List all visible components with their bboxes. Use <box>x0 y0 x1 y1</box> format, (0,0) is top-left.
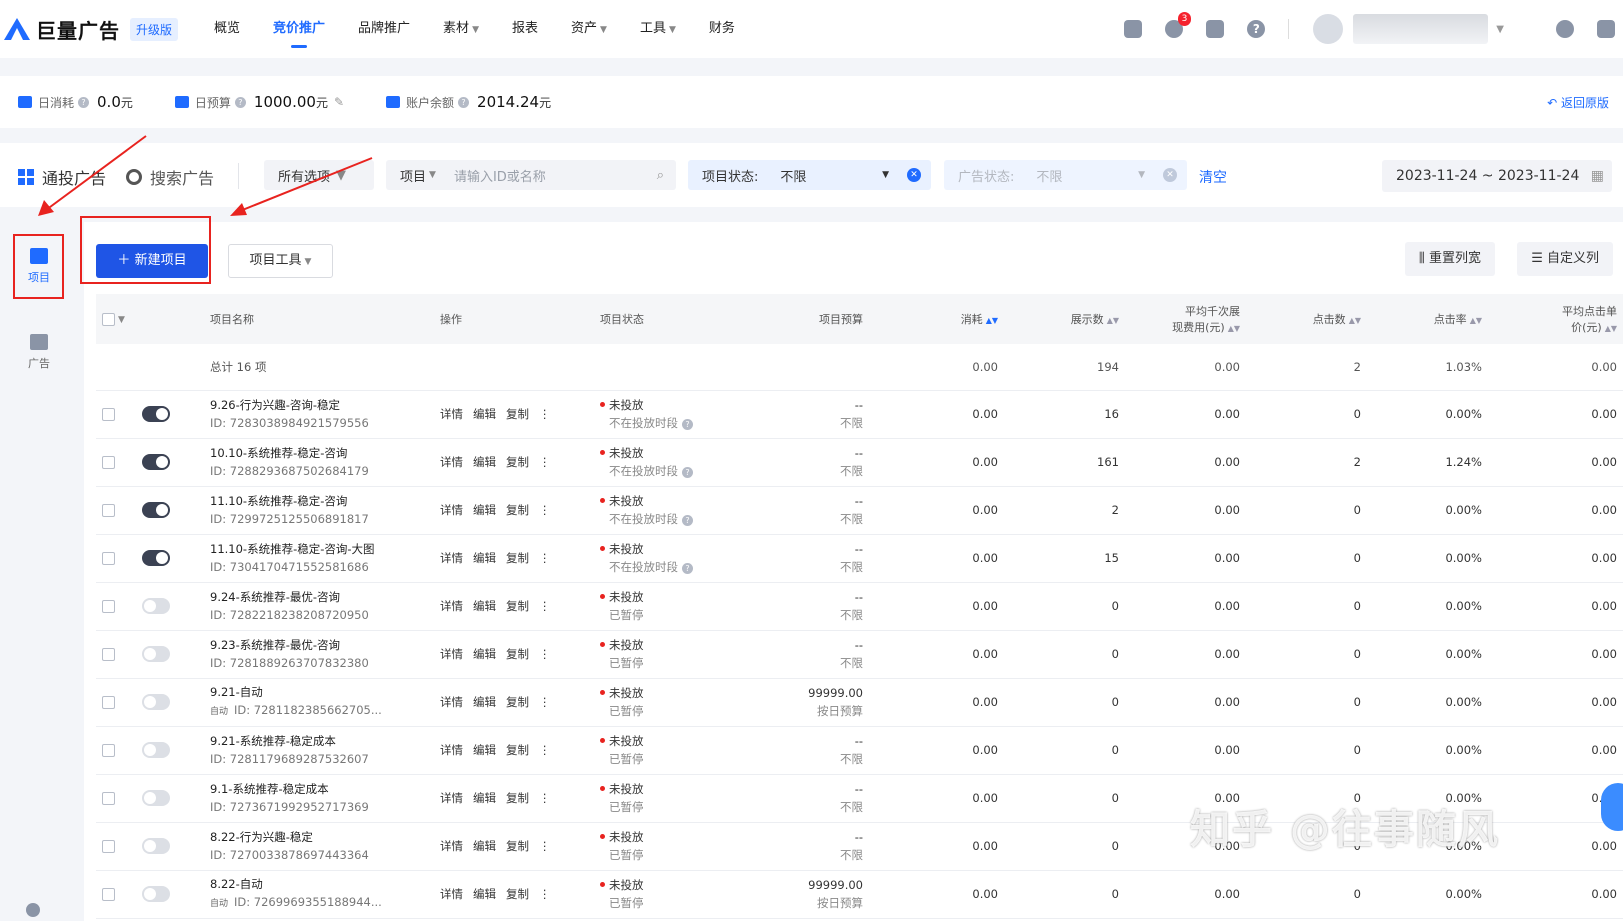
annotation-arrow-line <box>45 135 147 211</box>
annotation-arrow-line <box>239 157 373 212</box>
annotation-arrows <box>38 135 373 216</box>
annotation-arrowhead <box>230 203 247 216</box>
assistant-float-icon[interactable] <box>1601 783 1623 831</box>
watermark: 知乎 @往事随风 <box>1190 807 1500 853</box>
annotation-arrowhead <box>38 200 54 216</box>
